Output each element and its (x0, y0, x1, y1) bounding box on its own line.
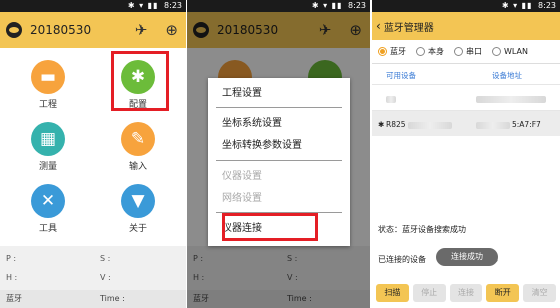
device-name: R825 (386, 120, 452, 129)
device-address (476, 94, 546, 103)
scan-button[interactable]: 扫描 (376, 284, 409, 302)
menu-instrument-settings: 仪器设置 (222, 171, 262, 182)
col-available-devices: 可用设备 (386, 71, 416, 80)
config-menu-screen: ✱ ▾ ▮▮ 8:23 20180530 ✈ ⊕ P : S : H : V :… (187, 0, 370, 308)
app-bar: 20180530 ✈ ⊕ (0, 12, 186, 48)
tile-label: 工具 (38, 224, 57, 234)
page-title: 蓝牙管理器 (383, 22, 434, 34)
survey-icon: ▦ (31, 122, 65, 156)
connection-mode-group: 蓝牙 本身 串口 WLAN (372, 40, 560, 64)
status-time: 8:23 (164, 1, 182, 10)
device-name (386, 94, 396, 103)
col-device-address: 设备地址 (492, 71, 522, 80)
connect-button[interactable]: 连接 (449, 284, 483, 302)
menu-divider (216, 107, 342, 108)
back-arrow-icon[interactable]: ‹ (376, 19, 381, 33)
info-h: H : (6, 273, 18, 282)
status-bar: ✱ ▾ ▮▮ 8:23 (372, 0, 560, 12)
satellite-icon[interactable]: ✈ (135, 21, 148, 39)
device-table-header: 可用设备 设备地址 (372, 64, 560, 84)
radio-serial[interactable]: 串口 (454, 46, 482, 57)
radio-indicator (416, 47, 425, 56)
radio-indicator (454, 47, 463, 56)
tile-label: 输入 (128, 162, 147, 172)
project-title: 20180530 (30, 23, 92, 37)
status-time: 8:23 (538, 1, 556, 10)
status-icons: ✱ ▾ ▮▮ (501, 1, 533, 10)
bluetooth-manager-screen: ✱ ▾ ▮▮ 8:23 ‹ 蓝牙管理器 蓝牙 本身 串口 WLAN 可用设备 设… (372, 0, 560, 308)
stop-button[interactable]: 停止 (412, 284, 446, 302)
tile-input[interactable]: ✎ 输入 (108, 122, 168, 184)
tile-tools[interactable]: ✕ 工具 (18, 184, 78, 246)
tools-icon: ✕ (31, 184, 65, 218)
radio-label: 串口 (466, 47, 482, 56)
time-label: Time : (100, 294, 125, 303)
tile-about[interactable]: ▼ 关于 (108, 184, 168, 246)
menu-coord-transform[interactable]: 坐标转换参数设置 (208, 136, 350, 156)
menu-network-settings: 网络设置 (222, 193, 262, 204)
radio-label: WLAN (504, 47, 529, 56)
radio-label: 蓝牙 (390, 47, 406, 56)
bottom-bar: 蓝牙 Time : (0, 290, 186, 308)
connection-type: 蓝牙 (6, 294, 22, 303)
bluetooth-icon: ✱ (378, 120, 385, 129)
radio-wlan[interactable]: WLAN (492, 47, 528, 56)
status-icons: ✱ ▾ ▮▮ (127, 1, 159, 10)
radio-bluetooth[interactable]: 蓝牙 (378, 46, 406, 57)
radio-local[interactable]: 本身 (416, 46, 444, 57)
toast-message: 连接成功 (436, 248, 498, 266)
tile-label: 关于 (128, 224, 147, 234)
tile-project[interactable]: ▬ 工程 (18, 60, 78, 122)
tile-survey[interactable]: ▦ 测量 (18, 122, 78, 184)
device-row[interactable] (372, 84, 560, 110)
status-icons: ✱ ▾ ▮▮ (311, 1, 343, 10)
radio-label: 本身 (428, 47, 444, 56)
menu-project-settings[interactable]: 工程设置 (208, 84, 350, 104)
about-icon: ▼ (121, 184, 155, 218)
status-info: P : S : H : V : (0, 246, 186, 290)
action-buttons: 扫描 停止 连接 断开 清空 (376, 284, 556, 302)
home-screen: ✱ ▾ ▮▮ 8:23 20180530 ✈ ⊕ ▬ 工程 ✱ 配置 ▦ 测量 … (0, 0, 186, 308)
tile-label: 测量 (38, 162, 57, 172)
status-bar: ✱ ▾ ▮▮ 8:23 (187, 0, 370, 12)
clear-button[interactable]: 清空 (523, 284, 556, 302)
gps-locate-icon[interactable]: ⊕ (165, 21, 178, 39)
menu-coord-system[interactable]: 坐标系统设置 (208, 114, 350, 134)
page-header: ‹ 蓝牙管理器 (372, 12, 560, 40)
highlight-instrument-connect (222, 213, 318, 241)
status-bar: ✱ ▾ ▮▮ 8:23 (0, 0, 186, 12)
device-row-selected[interactable]: ✱ R825 5:A7:F7 (372, 110, 560, 136)
status-text: 状态：蓝牙设备搜索成功 (378, 225, 466, 234)
status-time: 8:23 (348, 1, 366, 10)
info-s: S : (100, 254, 111, 263)
disconnect-button[interactable]: 断开 (486, 284, 520, 302)
info-v: V : (100, 273, 111, 282)
folder-icon: ▬ (31, 60, 65, 94)
radio-indicator (378, 47, 387, 56)
info-p: P : (6, 254, 17, 263)
menu-divider (216, 160, 342, 161)
edit-icon: ✎ (121, 122, 155, 156)
tile-label: 工程 (38, 100, 57, 110)
radio-indicator (492, 47, 501, 56)
app-logo-icon (6, 22, 22, 38)
device-address: 5:A7:F7 (476, 120, 541, 129)
highlight-config (111, 51, 169, 111)
